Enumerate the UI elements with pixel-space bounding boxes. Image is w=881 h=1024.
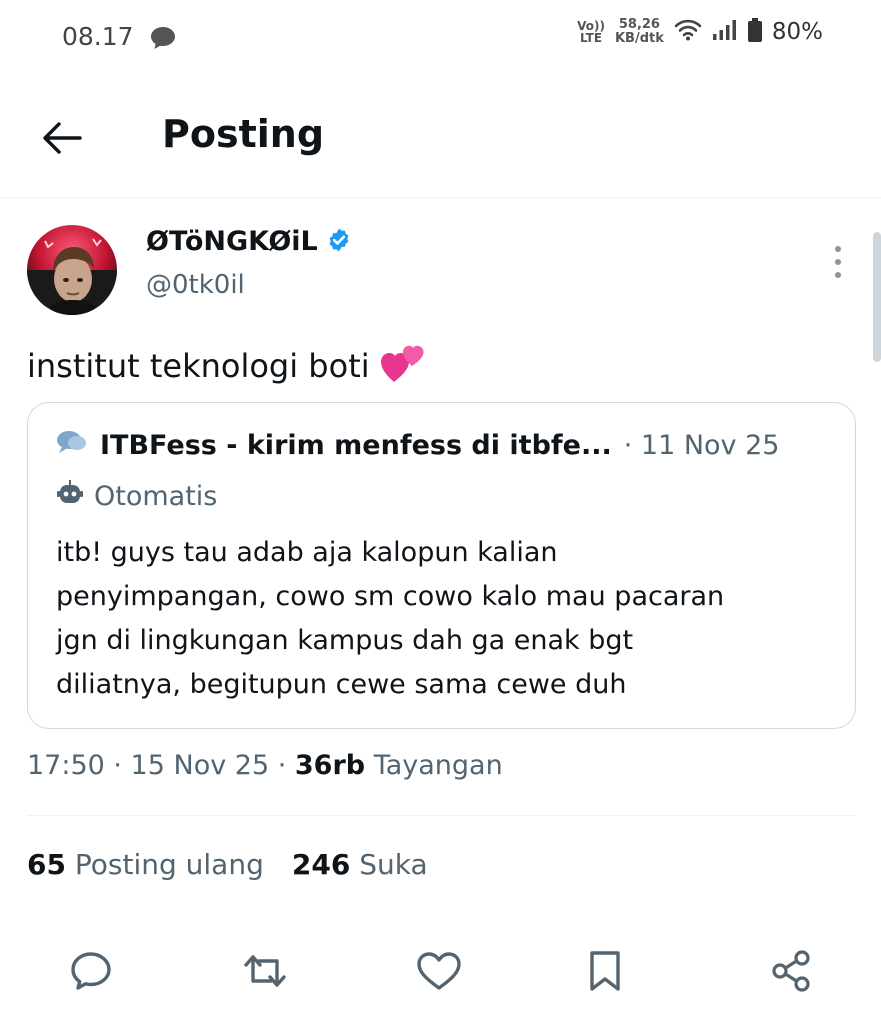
reply-button[interactable] (66, 946, 116, 996)
post-text-body: institut teknologi boti (27, 347, 370, 385)
chat-notification-icon (150, 26, 176, 54)
dot (835, 246, 841, 252)
quoted-post-header: ITBFess - kirim menfess di itbfe... · 11… (56, 429, 779, 462)
divider (27, 815, 856, 816)
dot (835, 259, 841, 265)
verified-badge-icon (326, 227, 352, 257)
back-button[interactable] (40, 116, 84, 160)
views-count[interactable]: 36rb (295, 750, 365, 781)
repost-button[interactable] (240, 946, 290, 996)
quoted-post-text: itb! guys tau adab aja kalopun kalian pe… (56, 531, 836, 707)
post-text: institut teknologi boti (27, 340, 426, 392)
clock: 08.17 (62, 22, 134, 51)
more-options-button[interactable] (826, 240, 850, 284)
share-icon (772, 950, 810, 992)
wifi-icon (674, 19, 702, 45)
network-speed: 58,26 KB/dtk (614, 17, 664, 46)
quoted-line: penyimpangan, cowo sm cowo kalo mau paca… (56, 581, 725, 612)
post-meta: 17:50 · 15 Nov 25 · 36rb Tayangan (27, 750, 503, 781)
author-name[interactable]: ØTöNGKØiL (146, 226, 318, 257)
quoted-post[interactable]: ITBFess - kirim menfess di itbfe... · 11… (27, 402, 856, 729)
quoted-post-date: · 11 Nov 25 (623, 430, 780, 461)
page-title: Posting (162, 112, 325, 156)
like-icon (417, 952, 461, 990)
two-hearts-emoji (380, 340, 426, 392)
share-button[interactable] (766, 946, 816, 996)
quoted-line: diliatnya, begitupun cewe sama cewe duh (56, 669, 627, 700)
volte-indicator: Vo)) LTE (577, 19, 605, 45)
quoted-line: itb! guys tau adab aja kalopun kalian (56, 537, 558, 568)
reply-icon (71, 952, 111, 990)
automated-text: Otomatis (94, 481, 218, 512)
repost-icon (244, 955, 286, 987)
post-timestamp[interactable]: 17:50 · 15 Nov 25 · (27, 750, 295, 781)
action-bar (0, 940, 881, 1000)
automated-label: Otomatis (56, 479, 217, 514)
dot (835, 272, 841, 278)
speech-bubble-icon (56, 429, 88, 462)
engagement-stats: 65 Posting ulang 246 Suka (27, 848, 428, 881)
author-name-row[interactable]: ØTöNGKØiL (146, 226, 352, 257)
robot-icon (56, 479, 84, 514)
battery-icon (747, 18, 762, 46)
arrow-left-icon (43, 122, 82, 154)
bookmark-button[interactable] (580, 946, 630, 996)
reposts-stat[interactable]: 65 Posting ulang (27, 848, 264, 881)
quoted-line: jgn di lingkungan kampus dah ga enak bgt (56, 625, 634, 656)
app-bar: Posting (0, 100, 881, 198)
likes-stat[interactable]: 246 Suka (292, 848, 428, 881)
scrollbar[interactable] (873, 232, 881, 362)
battery-percentage: 80% (771, 19, 823, 45)
like-button[interactable] (414, 946, 464, 996)
bookmark-icon (590, 951, 620, 991)
views-label[interactable]: Tayangan (374, 750, 503, 781)
quoted-author-name: ITBFess - kirim menfess di itbfe... (100, 430, 612, 461)
author-avatar[interactable] (27, 225, 117, 315)
author-handle[interactable]: @0tk0il (146, 270, 245, 300)
signal-icon (712, 19, 738, 45)
status-bar: 08.17 Vo)) LTE 58,26 KB/dtk 80% (0, 0, 881, 78)
